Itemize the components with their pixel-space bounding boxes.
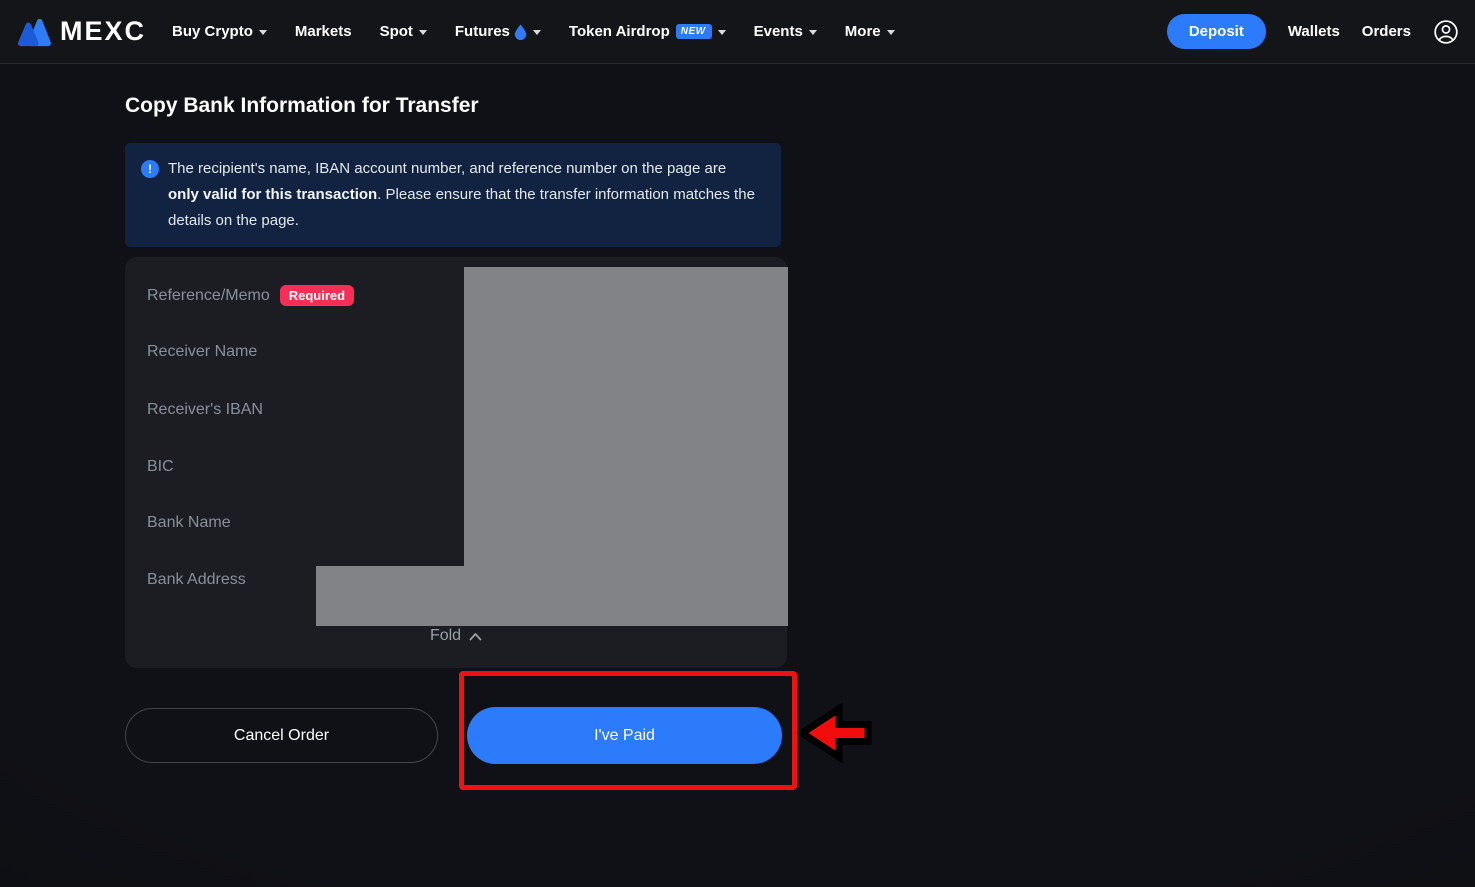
cancel-order-button[interactable]: Cancel Order bbox=[125, 708, 438, 763]
ive-paid-button[interactable]: I've Paid bbox=[467, 707, 782, 764]
required-badge: Required bbox=[280, 285, 354, 306]
page-title: Copy Bank Information for Transfer bbox=[125, 94, 479, 118]
field-label: BIC bbox=[147, 458, 174, 476]
nav-token-airdrop[interactable]: Token Airdrop NEW bbox=[569, 23, 726, 40]
nav-wallets[interactable]: Wallets bbox=[1288, 23, 1340, 40]
fold-toggle[interactable]: Fold bbox=[430, 627, 482, 645]
chevron-down-icon bbox=[533, 30, 541, 35]
nav-markets-label: Markets bbox=[295, 23, 352, 40]
field-row-receiver-name: Receiver Name bbox=[147, 343, 257, 361]
mexc-logo[interactable]: MEXC bbox=[14, 16, 146, 48]
nav-right-group: Deposit Wallets Orders bbox=[1167, 14, 1459, 49]
bank-info-panel: Reference/Memo Required Receiver Name Re… bbox=[125, 257, 787, 668]
nav-futures[interactable]: Futures bbox=[455, 23, 541, 40]
field-label: Reference/Memo bbox=[147, 287, 270, 305]
redacted-values-block bbox=[464, 267, 788, 626]
nav-markets[interactable]: Markets bbox=[295, 23, 352, 40]
chevron-down-icon bbox=[259, 30, 267, 35]
nav-more-label: More bbox=[845, 23, 881, 40]
field-row-bic: BIC bbox=[147, 458, 174, 476]
mexc-logo-text: MEXC bbox=[60, 16, 146, 47]
info-banner: ! The recipient's name, IBAN account num… bbox=[125, 143, 781, 247]
nav-futures-label: Futures bbox=[455, 23, 510, 40]
mexc-mountain-icon bbox=[14, 16, 52, 48]
field-label: Bank Address bbox=[147, 571, 246, 589]
redacted-value-block bbox=[316, 566, 464, 626]
droplet-icon bbox=[514, 24, 527, 40]
field-row-reference-memo: Reference/Memo Required bbox=[147, 285, 354, 306]
nav-more[interactable]: More bbox=[845, 23, 895, 40]
field-label: Receiver's IBAN bbox=[147, 401, 263, 419]
nav-events-label: Events bbox=[754, 23, 803, 40]
fold-label: Fold bbox=[430, 627, 461, 645]
nav-events[interactable]: Events bbox=[754, 23, 817, 40]
chevron-down-icon bbox=[718, 30, 726, 35]
new-badge: NEW bbox=[676, 24, 712, 39]
chevron-down-icon bbox=[809, 30, 817, 35]
field-row-bank-address: Bank Address bbox=[147, 571, 246, 589]
field-row-receiver-iban: Receiver's IBAN bbox=[147, 401, 263, 419]
profile-icon[interactable] bbox=[1433, 19, 1459, 45]
arrow-left-annotation-icon bbox=[797, 701, 873, 770]
field-label: Bank Name bbox=[147, 514, 231, 532]
chevron-up-icon bbox=[469, 632, 482, 641]
top-nav: MEXC Buy Crypto Markets Spot Futures bbox=[0, 0, 1475, 64]
chevron-down-icon bbox=[419, 30, 427, 35]
info-banner-text: The recipient's name, IBAN account numbe… bbox=[168, 156, 756, 234]
nav-left-group: MEXC Buy Crypto Markets Spot Futures bbox=[14, 16, 895, 48]
field-label: Receiver Name bbox=[147, 343, 257, 361]
chevron-down-icon bbox=[887, 30, 895, 35]
nav-spot-label: Spot bbox=[380, 23, 413, 40]
nav-orders[interactable]: Orders bbox=[1362, 23, 1411, 40]
main-menu: Buy Crypto Markets Spot Futures bbox=[172, 23, 895, 40]
deposit-button[interactable]: Deposit bbox=[1167, 14, 1266, 49]
page-content: Copy Bank Information for Transfer ! The… bbox=[0, 64, 1475, 887]
field-row-bank-name: Bank Name bbox=[147, 514, 231, 532]
nav-spot[interactable]: Spot bbox=[380, 23, 427, 40]
info-icon: ! bbox=[141, 160, 159, 178]
nav-token-airdrop-label: Token Airdrop bbox=[569, 23, 670, 40]
nav-buy-crypto[interactable]: Buy Crypto bbox=[172, 23, 267, 40]
nav-buy-crypto-label: Buy Crypto bbox=[172, 23, 253, 40]
